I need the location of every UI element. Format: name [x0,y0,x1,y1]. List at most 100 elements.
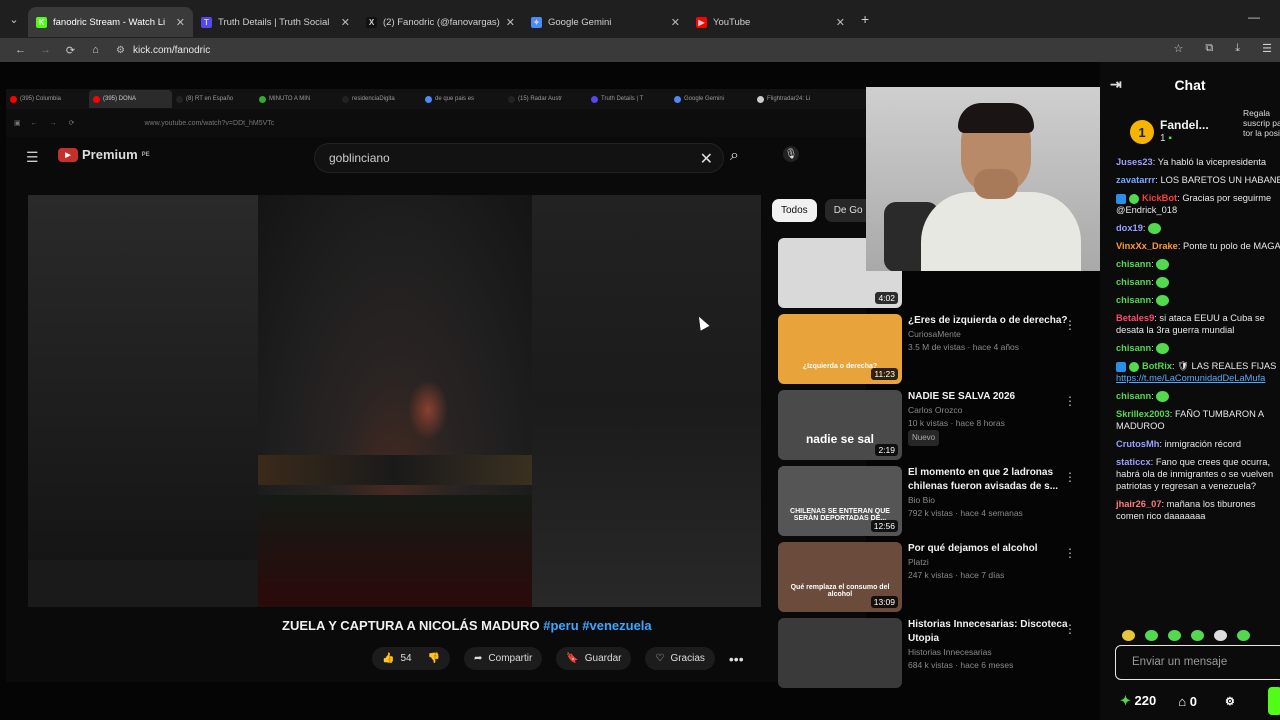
outer-tab[interactable]: T Truth Details | Truth Social ✕ [193,7,358,37]
video-meta: 792 k vistas · hace 4 semanas [908,508,1023,518]
inner-tab: (395) Columbia [6,90,89,108]
tab-title: (2) Fanodric (@fanovargas) / X [383,16,502,28]
forward-arrow-icon[interactable]: → [33,44,58,56]
close-tab-icon[interactable]: ✕ [341,16,350,29]
gift-icon: ▪ [1168,133,1172,144]
inner-tab-favicon-icon [425,95,432,103]
inner-tab-title: residenciaDigita [352,96,395,102]
outer-tab[interactable]: ▶ YouTube ✕ [688,7,853,37]
video-info: ¿Eres de izquierda o de derecha? CuriosaM… [908,314,1070,390]
inner-tab: (395) DONA [89,90,172,108]
youtube-logo: ▶ Premium PE [58,147,150,162]
chat-username[interactable]: Skrillex2003 [1116,409,1170,419]
emote-icon[interactable] [1168,630,1181,641]
minimize-window-button[interactable]: — [1248,10,1260,24]
site-settings-icon[interactable]: ⚙ [116,45,125,56]
chat-message-input[interactable]: Enviar un mensaje [1115,645,1280,680]
bookmark-star-icon[interactable]: ☆ [1174,42,1184,55]
channel-name: CuriosaMente [908,329,961,339]
outer-toolbar: ← → ⟳ ⌂ ⚙ kick.com/fanodric ☆ ⧉ ⤓ ☰ [0,38,1280,62]
chat-message: BotRix: 🛡 LAS REALES FIJAS https://t.me/… [1116,360,1280,384]
chat-username[interactable]: jhair26_07 [1116,499,1162,509]
gift-indicator[interactable]: ⌂ 0 [1178,694,1197,709]
chat-username[interactable]: Betales9 [1116,313,1154,323]
close-tab-icon[interactable]: ✕ [836,16,845,29]
home-icon[interactable]: ⌂ [83,44,108,56]
points-indicator[interactable]: ✦ 220 [1120,693,1156,709]
inner-tab-title: (395) Columbia [20,96,62,102]
thanks-button: ♡ Gracias [645,647,715,670]
chat-settings-icon[interactable]: ⚙ [1225,695,1235,708]
back-arrow-icon[interactable]: ← [8,44,33,56]
emote-icon[interactable] [1237,630,1250,641]
video-title: Por qué dejamos el alcohol [908,543,1038,554]
inner-forward-icon: → [49,119,57,127]
tab-search-icon[interactable]: ⌄ [0,0,28,38]
chat-message: KickBot: Gracias por seguirme @Endrick_0… [1116,192,1280,216]
video-title: El momento en que 2 ladronas chilenas fu… [908,467,1059,492]
chat-text: Ya habló la vicepresidenta [1157,157,1267,167]
chat-username[interactable]: KickBot [1142,193,1177,203]
outer-tab[interactable]: X (2) Fanodric (@fanovargas) / X ✕ [358,7,523,37]
inner-tab-strip: (395) Columbia (395) DONA (8) RT en Españo… [6,89,866,109]
pinned-user: Fandel... 1 ▪ [1160,118,1209,146]
emote-icon[interactable] [1122,630,1135,641]
toolbar-actions: ☆ ⧉ ⤓ ☰ [1174,42,1272,55]
chat-username[interactable]: VinxXx_Drake [1116,241,1178,251]
chat-username[interactable]: chisann [1116,259,1151,269]
close-tab-icon[interactable]: ✕ [506,16,515,29]
extensions-icon[interactable]: ⧉ [1205,42,1213,55]
address-bar[interactable]: ⚙ kick.com/fanodric [116,45,210,56]
pinned-user-name: Fandel... [1160,118,1209,132]
reload-icon[interactable]: ⟳ [58,44,83,57]
inner-address-url: www.youtube.com/watch?v=DDt_hM5VTc [144,119,275,127]
emote-icon[interactable] [1214,630,1227,641]
inner-tab-favicon-icon [674,95,681,103]
video-meta: 10 k vistas · hace 8 horas [908,418,1005,428]
video-actions: 👍 54 👎 ➦ Compartir 🔖 Guardar ♡ Gracias •… [372,647,744,670]
emote-icon [1156,391,1170,403]
outer-tab[interactable]: ✦ Google Gemini ✕ [523,7,688,37]
inner-tab: MINUTO A MIN [255,90,338,108]
chat-username[interactable]: chisann [1116,343,1151,353]
send-message-button[interactable] [1268,687,1280,715]
chat-username[interactable]: dox19 [1116,223,1143,233]
outer-tab-list: Kfanodric Stream - Watch Li ✕ T Truth Detai… [28,1,853,37]
chat-username[interactable]: CrutosMh [1116,439,1159,449]
emote-icon[interactable] [1145,630,1158,641]
chat-text: Gracias por seguirme @Endrick_018 [1116,193,1272,215]
inner-sidebar-icon: ▣ [14,120,21,127]
chat-username[interactable]: chisann [1116,295,1151,305]
emote-icon [1156,343,1170,355]
inner-tab-favicon-icon [176,95,183,103]
pinned-gift-leader[interactable]: 1 Fandel... 1 ▪ Regala suscrip para tor … [1130,108,1280,156]
inner-tab-favicon-icon [342,95,349,103]
close-tab-icon[interactable]: ✕ [176,16,185,29]
chat-message: chisann: [1116,276,1280,289]
badge-icon [1116,361,1126,372]
close-tab-icon[interactable]: ✕ [671,16,680,29]
inner-tab-favicon-icon [591,95,598,103]
chat-username[interactable]: staticcx [1116,457,1151,467]
download-icon[interactable]: ⤓ [1235,42,1240,55]
new-tab-button[interactable]: + [861,11,869,27]
chat-username[interactable]: zavatarrr [1116,175,1155,185]
chat-link[interactable]: https://t.me/LaComunidadDeLaMufa [1116,373,1265,383]
points-icon: ✦ [1120,693,1131,708]
chat-title: Chat [1174,77,1206,93]
thanks-icon: ♡ [655,653,665,664]
outer-tab[interactable]: Kfanodric Stream - Watch Li ✕ [28,7,193,37]
collapse-chat-icon[interactable]: ⇥ [1110,76,1122,93]
chat-username[interactable]: chisann [1116,391,1151,401]
chat-username[interactable]: chisann [1116,277,1151,287]
chat-username[interactable]: BotRix [1142,361,1172,371]
video-info: NADIE SE SALVA 2026 Carlos Orozco 10 k vis… [908,390,1070,466]
recommended-video: Qué remplaza el consumo del alcohol 13:09… [778,542,1088,618]
chat-username[interactable]: Juses23 [1116,157,1153,167]
recommended-video: CHILENAS SE ENTERAN QUE SERÁN DEPORTADAS… [778,466,1088,542]
emote-icon[interactable] [1191,630,1204,641]
channel-name: Bio Bio [908,495,935,505]
profile-menu-icon[interactable]: ☰ [1262,42,1272,55]
inner-tab-favicon-icon [10,95,17,103]
chat-message: chisann: [1116,390,1280,403]
